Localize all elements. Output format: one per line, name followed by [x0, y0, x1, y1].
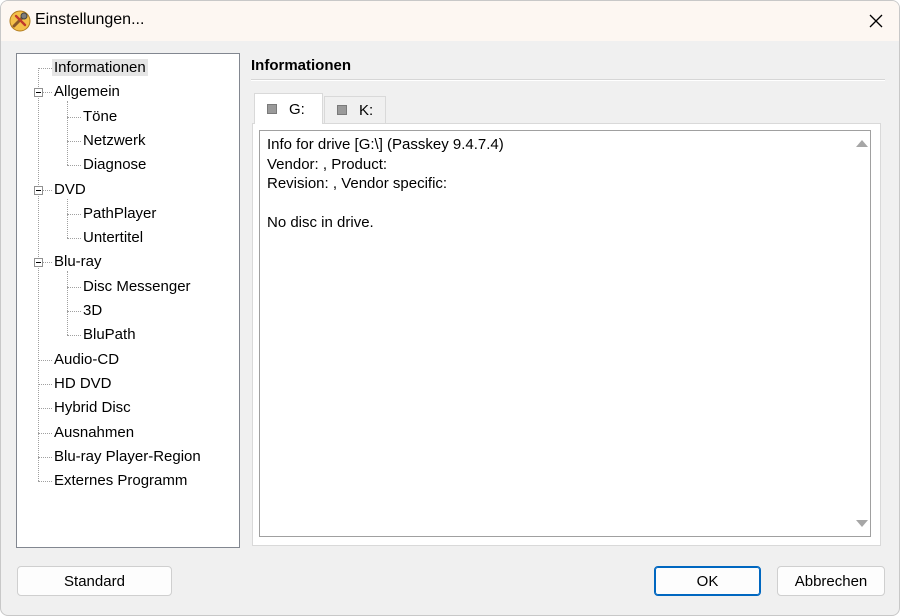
tree-item[interactable]: 3D	[81, 300, 104, 322]
drive-info-text: Info for drive [G:\] (Passkey 9.4.7.4) Ve…	[267, 135, 842, 233]
settings-tree[interactable]: Informationen Allgemein Töne Netzwerk Diagno…	[16, 53, 240, 548]
section-divider	[251, 79, 885, 81]
tools-app-icon	[8, 9, 32, 33]
tree-connector	[67, 213, 81, 215]
tree-item[interactable]: Informationen	[52, 57, 148, 79]
info-line: Info for drive [G:\] (Passkey 9.4.7.4)	[267, 136, 504, 153]
tree-item-label: Untertitel	[83, 229, 144, 247]
tree-connector	[67, 198, 68, 239]
tree-item-label: PathPlayer	[83, 204, 157, 222]
tree-item[interactable]: Blu-ray	[52, 251, 104, 273]
tree-item-label: Netzwerk	[83, 131, 146, 149]
info-line: Vendor: , Product:	[267, 155, 388, 173]
tree-item-label: DVD	[54, 180, 86, 198]
tree-item[interactable]: HD DVD	[52, 373, 114, 395]
info-line	[267, 194, 842, 214]
standard-button[interactable]: Standard	[17, 566, 172, 596]
tab-drive-g[interactable]: G:	[254, 93, 323, 124]
title-bar: Einstellungen...	[1, 1, 899, 41]
tree-item[interactable]: DVD	[52, 179, 88, 201]
drive-icon	[337, 105, 347, 115]
tree-item-label: Diagnose	[83, 156, 147, 174]
info-line: Revision: , Vendor specific:	[267, 175, 448, 192]
tab-label: K:	[359, 101, 374, 119]
tree-connector	[38, 383, 52, 385]
scroll-down-arrow-icon[interactable]	[856, 520, 868, 527]
tree-item-label: Audio-CD	[54, 350, 120, 368]
tree-item-label: HD DVD	[54, 374, 112, 392]
tree-item[interactable]: BluPath	[81, 324, 138, 346]
tree-item-label: Töne	[83, 107, 118, 125]
tree-connector	[67, 238, 81, 240]
drive-icon	[267, 104, 277, 114]
tree-item-label: 3D	[83, 302, 103, 319]
tree-item-label: BluPath	[83, 326, 136, 344]
collapse-icon[interactable]	[34, 258, 43, 268]
tree-connector	[67, 271, 68, 336]
tree-connector	[38, 456, 52, 458]
tree-item-label: Externes Programm	[54, 472, 188, 490]
tree-item-label: Ausnahmen	[54, 423, 135, 441]
tree-item[interactable]: Ausnahmen	[52, 422, 136, 444]
window-title: Einstellungen...	[35, 11, 145, 28]
collapse-icon[interactable]	[34, 88, 43, 98]
tree-item-label: Informationen	[52, 59, 148, 76]
scroll-up-arrow-icon[interactable]	[856, 140, 868, 147]
tree-connector	[67, 311, 81, 312]
tree-item[interactable]: Allgemein	[52, 81, 122, 103]
tree-item[interactable]: Töne	[81, 106, 119, 128]
tree-connector	[38, 432, 52, 434]
ok-button[interactable]: OK	[654, 566, 761, 596]
tree-connector	[67, 286, 81, 288]
cancel-button[interactable]: Abbrechen	[777, 566, 885, 596]
tree-item[interactable]: Untertitel	[81, 227, 145, 249]
tree-item[interactable]: PathPlayer	[81, 203, 158, 225]
tree-connector	[38, 359, 52, 361]
tab-drive-k[interactable]: K:	[324, 96, 386, 123]
tree-item-label: Blu-ray	[54, 253, 102, 271]
tree-item-label: Blu-ray Player-Region	[54, 447, 201, 465]
tree-connector	[67, 335, 81, 337]
info-line: No disc in drive.	[267, 214, 374, 231]
tree-connector	[67, 116, 81, 118]
tree-item-label: Allgemein	[54, 83, 120, 101]
tree-item[interactable]: Audio-CD	[52, 349, 121, 371]
tree-connector	[67, 140, 81, 142]
tree-item[interactable]: Blu-ray Player-Region	[52, 446, 203, 468]
tree-item[interactable]: Externes Programm	[52, 470, 189, 492]
settings-dialog: Einstellungen... Informationen Allgemein T…	[0, 0, 900, 616]
tree-item[interactable]: Diagnose	[81, 154, 148, 176]
tree-item-label: Disc Messenger	[83, 277, 191, 295]
section-title: Informationen	[251, 57, 351, 74]
tab-label: G:	[289, 100, 305, 118]
vertical-scrollbar[interactable]	[852, 131, 870, 536]
tree-item[interactable]: Netzwerk	[81, 130, 148, 152]
tree-item[interactable]: Hybrid Disc	[52, 397, 133, 419]
drive-info-textbox[interactable]: Info for drive [G:\] (Passkey 9.4.7.4) Ve…	[259, 130, 871, 537]
tree-connector	[67, 101, 68, 166]
tree-connector	[38, 68, 39, 482]
close-button[interactable]	[853, 1, 899, 41]
tree-connector	[38, 481, 52, 483]
tree-connector	[67, 165, 81, 167]
tree-item[interactable]: Disc Messenger	[81, 276, 193, 298]
tree-connector	[38, 408, 52, 410]
tree-connector	[38, 68, 52, 69]
close-icon	[869, 14, 883, 28]
tree-item-label: Hybrid Disc	[54, 399, 131, 417]
collapse-icon[interactable]	[34, 185, 43, 195]
